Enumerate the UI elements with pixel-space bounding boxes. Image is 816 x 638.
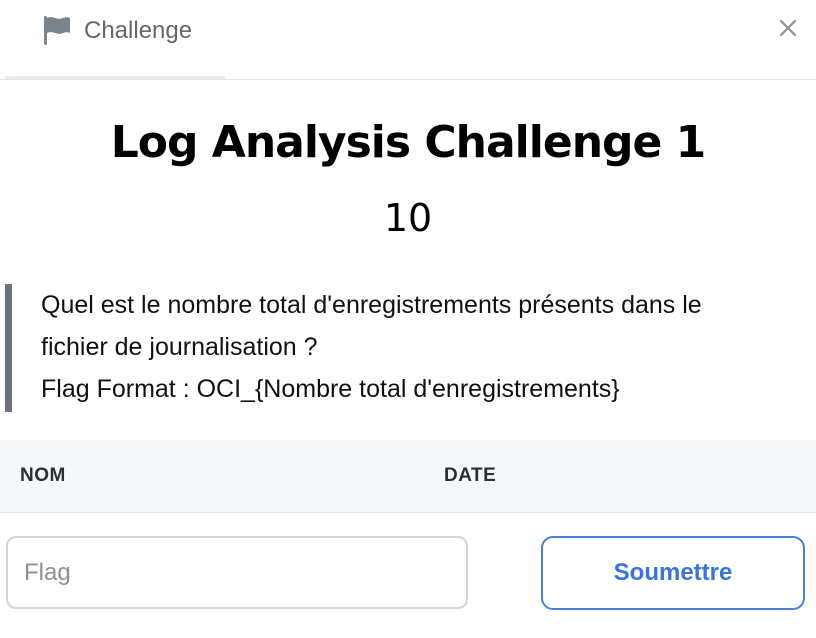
close-icon (779, 19, 797, 37)
close-button[interactable] (772, 12, 804, 44)
description-line: Flag Format : OCI_{Nombre total d'enregi… (41, 375, 620, 403)
challenge-modal: Challenge Log Analysis Challenge 1 10 Qu… (0, 0, 816, 638)
tab-challenge[interactable]: Challenge (5, 0, 225, 79)
solves-table-header: NOM DATE (0, 440, 816, 513)
challenge-description: Quel est le nombre total d'enregistremen… (5, 284, 805, 412)
column-header-date: DATE (444, 465, 497, 486)
description-line: Quel est le nombre total d'enregistremen… (41, 291, 702, 319)
submit-button[interactable]: Soumettre (541, 536, 805, 610)
description-line: fichier de journalisation ? (41, 333, 318, 361)
challenge-points: 10 (383, 196, 433, 240)
column-header-nom: NOM (20, 465, 66, 486)
modal-header: Challenge (0, 0, 816, 80)
flag-icon (41, 14, 73, 46)
tab-label: Challenge (84, 17, 193, 44)
flag-input[interactable] (6, 536, 468, 609)
challenge-title: Log Analysis Challenge 1 (110, 117, 707, 168)
